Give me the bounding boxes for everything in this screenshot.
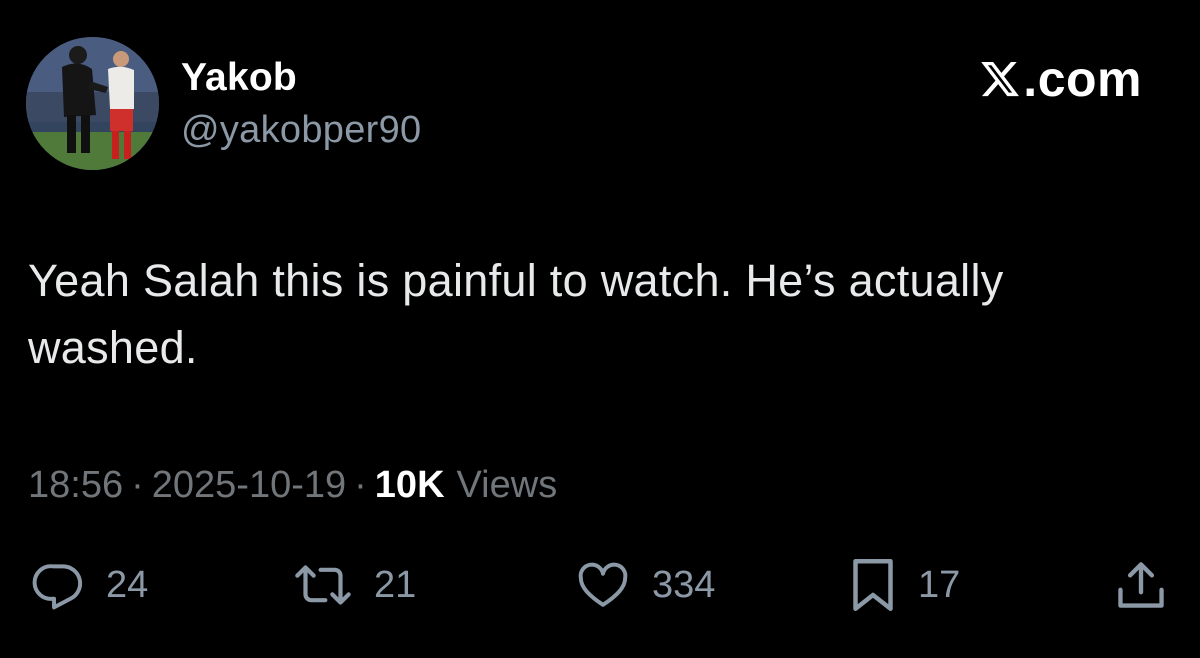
- bookmark-icon: [848, 555, 898, 615]
- author-handle[interactable]: @yakobper90: [181, 107, 421, 153]
- share-icon: [1112, 556, 1170, 614]
- repost-count: 21: [374, 564, 417, 606]
- share-button[interactable]: [1112, 555, 1170, 615]
- views-label: Views: [456, 463, 558, 506]
- reply-button[interactable]: 24: [30, 555, 148, 615]
- bookmark-count: 17: [918, 564, 961, 606]
- author-name[interactable]: Yakob: [181, 55, 297, 101]
- heart-icon: [574, 557, 632, 613]
- meta-separator: ·: [354, 463, 367, 506]
- brand-text: .com: [1023, 51, 1142, 107]
- tweet-time[interactable]: 18:56: [28, 464, 123, 507]
- reply-icon: [30, 557, 86, 613]
- brand-watermark: .com: [979, 50, 1142, 108]
- like-button[interactable]: 334: [574, 555, 715, 615]
- avatar-image: [26, 37, 159, 170]
- views-count: 10K: [374, 463, 445, 506]
- like-count: 334: [652, 564, 716, 606]
- tweet-card: Yakob @yakobper90 .com Yeah Salah this i…: [0, 0, 1200, 658]
- tweet-date[interactable]: 2025-10-19: [152, 464, 346, 507]
- bookmark-button[interactable]: 17: [848, 555, 960, 615]
- meta-separator: ·: [131, 463, 144, 506]
- tweet-text: Yeah Salah this is painful to watch. He’…: [28, 255, 1004, 373]
- avatar[interactable]: [26, 37, 159, 170]
- reply-count: 24: [106, 564, 149, 606]
- action-bar: 24 21 334 17: [0, 555, 1200, 615]
- x-logo-icon: [979, 57, 1021, 101]
- repost-icon: [292, 557, 354, 613]
- tweet-meta: 18:56 · 2025-10-19 · 10K Views: [28, 460, 557, 510]
- repost-button[interactable]: 21: [292, 555, 416, 615]
